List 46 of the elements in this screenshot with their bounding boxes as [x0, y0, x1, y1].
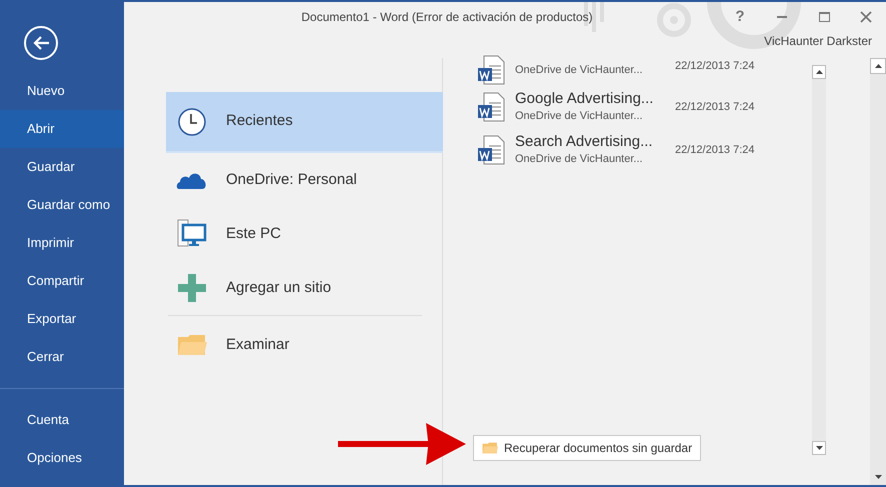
place-item[interactable]: Agregar un sitio [166, 261, 443, 315]
sidebar-item[interactable]: Nuevo [0, 72, 124, 110]
word-document-icon [477, 92, 505, 122]
sidebar-item[interactable]: Compartir [0, 262, 124, 300]
scroll-up-button[interactable] [812, 65, 826, 79]
sidebar-item[interactable]: Guardar [0, 148, 124, 186]
sidebar-item[interactable]: Imprimir [0, 224, 124, 262]
user-name: VicHaunter Darkster [764, 33, 872, 50]
scroll-down-button[interactable] [812, 441, 826, 455]
scrollbar[interactable] [812, 65, 826, 455]
place-item[interactable]: Recientes [166, 92, 443, 153]
word-document-icon [477, 55, 505, 85]
clock-icon [177, 106, 207, 136]
help-button[interactable]: ? [730, 7, 750, 27]
file-name[interactable]: Google Advertising... [515, 90, 665, 108]
scroll-up-button[interactable] [870, 58, 886, 74]
file-location: OneDrive de VicHaunter... [515, 108, 644, 124]
file-date: 22/12/2013 7:24 [675, 59, 755, 74]
file-location: OneDrive de VicHaunter... [515, 62, 644, 78]
place-item[interactable]: Examinar [166, 316, 443, 374]
sidebar-item[interactable]: Cuenta [0, 401, 124, 439]
sidebar-item[interactable]: Guardar como [0, 186, 124, 224]
sidebar-item[interactable]: Exportar [0, 300, 124, 338]
caret-down-icon [816, 446, 822, 450]
computer-icon [177, 219, 207, 249]
file-date: 22/12/2013 7:24 [675, 100, 755, 115]
scrollbar[interactable] [870, 58, 886, 485]
file-name[interactable]: Search Advertising... [515, 132, 665, 151]
file-location: OneDrive de VicHaunter... [515, 152, 644, 167]
file-date: 22/12/2013 7:24 [675, 142, 755, 158]
caret-up-icon [874, 64, 882, 68]
sidebar-item[interactable]: Cerrar [0, 338, 124, 376]
plus-icon [178, 274, 206, 302]
recover-documents-button[interactable]: Recuperar documentos sin guardar [473, 435, 702, 461]
back-arrow-icon [32, 35, 50, 51]
place-item[interactable]: OneDrive: Personal [166, 153, 443, 207]
folder-icon [482, 442, 498, 454]
folder-icon [177, 334, 207, 356]
caret-up-icon [816, 70, 822, 74]
back-button[interactable] [24, 26, 58, 60]
place-item[interactable]: Este PC [166, 207, 443, 261]
word-document-icon [477, 135, 505, 165]
sidebar-item[interactable]: Opciones [0, 439, 124, 477]
sidebar-item[interactable]: Abrir [0, 110, 124, 148]
caret-down-icon [874, 475, 882, 479]
window-title: Documento1 - Word (Error de activación de productos) [300, 9, 594, 26]
